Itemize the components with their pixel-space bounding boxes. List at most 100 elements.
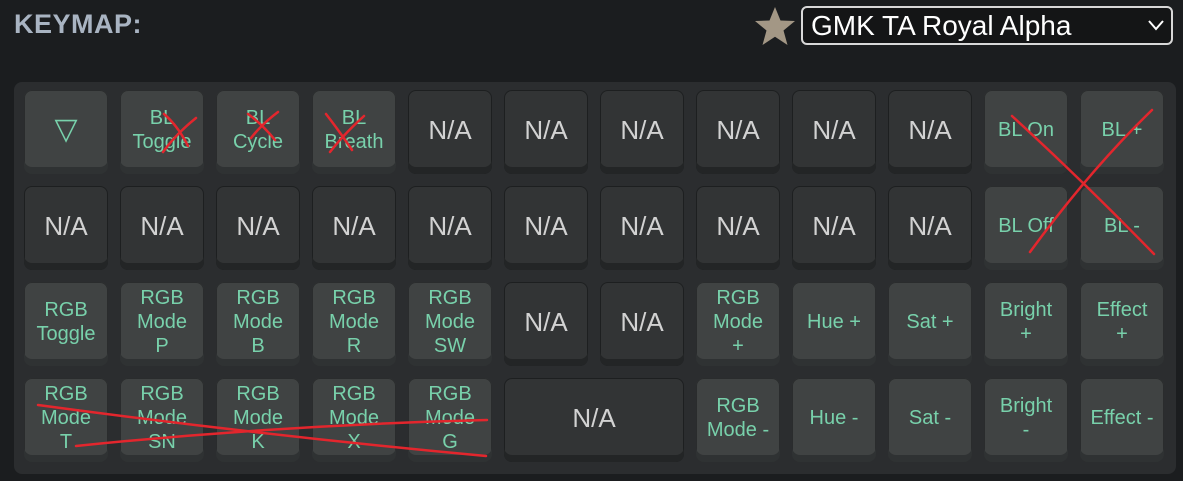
- keycap-set-value: GMK TA Royal Alpha: [811, 10, 1072, 41]
- key-r0-c8[interactable]: N/A: [792, 90, 876, 174]
- key-legend: RGB Mode SW: [424, 287, 476, 357]
- key-r0-c10[interactable]: BL On: [984, 90, 1068, 174]
- key-r0-c11[interactable]: BL +: [1080, 90, 1164, 174]
- key-legend: RGB Mode B: [232, 287, 284, 357]
- key-r2-c4[interactable]: RGB Mode SW: [408, 282, 492, 366]
- key-legend: N/A: [620, 211, 664, 241]
- key-legend: N/A: [716, 115, 760, 145]
- key-legend: BL Breath: [324, 107, 384, 153]
- key-r3-c11[interactable]: Effect -: [1080, 378, 1164, 462]
- key-r1-c4[interactable]: N/A: [408, 186, 492, 270]
- key-legend: BL Toggle: [132, 107, 192, 153]
- key-legend: Sat -: [908, 407, 952, 429]
- key-legend: RGB Mode SN: [136, 383, 188, 453]
- key-legend: N/A: [428, 115, 472, 145]
- key-legend: N/A: [236, 211, 280, 241]
- key-legend: BL On: [998, 119, 1054, 141]
- key-legend: N/A: [620, 115, 664, 145]
- key-legend: RGB Mode R: [328, 287, 380, 357]
- key-r2-c2[interactable]: RGB Mode B: [216, 282, 300, 366]
- key-legend: BL -: [1104, 215, 1140, 237]
- key-r3-c4[interactable]: RGB Mode G: [408, 378, 492, 462]
- key-r0-c6[interactable]: N/A: [600, 90, 684, 174]
- key-r1-c8[interactable]: N/A: [792, 186, 876, 270]
- key-legend: BL +: [1101, 119, 1143, 141]
- key-r3-c3[interactable]: RGB Mode X: [312, 378, 396, 462]
- chevron-down-icon: [1148, 20, 1164, 31]
- key-legend: N/A: [524, 211, 568, 241]
- key-r0-c2[interactable]: BL Cycle: [216, 90, 300, 174]
- key-r3-c10[interactable]: Bright -: [984, 378, 1068, 462]
- key-r3-c5[interactable]: N/A: [504, 378, 684, 462]
- key-r3-c7[interactable]: RGB Mode -: [696, 378, 780, 462]
- key-legend: RGB Mode -: [706, 395, 770, 441]
- key-legend: N/A: [716, 211, 760, 241]
- key-legend: N/A: [140, 211, 184, 241]
- key-legend: BL Cycle: [232, 107, 283, 153]
- key-legend: RGB Mode +: [712, 287, 764, 357]
- key-legend: RGB Mode P: [136, 287, 188, 357]
- key-r2-c9[interactable]: Sat +: [888, 282, 972, 366]
- key-legend: N/A: [620, 307, 664, 337]
- key-r2-c11[interactable]: Effect +: [1080, 282, 1164, 366]
- key-r2-c5[interactable]: N/A: [504, 282, 588, 366]
- key-legend: RGB Toggle: [36, 299, 96, 345]
- key-legend: N/A: [572, 403, 616, 433]
- key-legend: Hue +: [807, 311, 861, 333]
- key-legend: Bright -: [999, 395, 1053, 441]
- key-r3-c8[interactable]: Hue -: [792, 378, 876, 462]
- key-r1-c9[interactable]: N/A: [888, 186, 972, 270]
- key-r2-c3[interactable]: RGB Mode R: [312, 282, 396, 366]
- key-legend: N/A: [524, 115, 568, 145]
- key-r2-c1[interactable]: RGB Mode P: [120, 282, 204, 366]
- key-r2-c10[interactable]: Bright +: [984, 282, 1068, 366]
- key-r1-c0[interactable]: N/A: [24, 186, 108, 270]
- key-legend: N/A: [812, 211, 856, 241]
- key-r0-c4[interactable]: N/A: [408, 90, 492, 174]
- key-r0-c9[interactable]: N/A: [888, 90, 972, 174]
- key-r3-c2[interactable]: RGB Mode K: [216, 378, 300, 462]
- transparent-key[interactable]: ▽: [24, 90, 108, 174]
- key-legend: BL Off: [998, 215, 1054, 237]
- key-legend: RGB Mode K: [232, 383, 284, 453]
- key-legend: N/A: [812, 115, 856, 145]
- key-legend: RGB Mode T: [40, 383, 92, 453]
- key-r2-c8[interactable]: Hue +: [792, 282, 876, 366]
- key-legend: N/A: [332, 211, 376, 241]
- key-legend: N/A: [908, 115, 952, 145]
- key-r3-c0[interactable]: RGB Mode T: [24, 378, 108, 462]
- key-r0-c7[interactable]: N/A: [696, 90, 780, 174]
- key-r1-c11[interactable]: BL -: [1080, 186, 1164, 270]
- key-r2-c7[interactable]: RGB Mode +: [696, 282, 780, 366]
- key-r2-c0[interactable]: RGB Toggle: [24, 282, 108, 366]
- key-legend: Effect -: [1090, 407, 1154, 429]
- star-icon[interactable]: [752, 4, 798, 50]
- key-legend: Effect +: [1096, 299, 1148, 345]
- key-r1-c6[interactable]: N/A: [600, 186, 684, 270]
- key-legend: N/A: [428, 211, 472, 241]
- key-legend: N/A: [524, 307, 568, 337]
- key-legend: N/A: [908, 211, 952, 241]
- key-r1-c3[interactable]: N/A: [312, 186, 396, 270]
- key-legend: RGB Mode X: [328, 383, 380, 453]
- key-r3-c1[interactable]: RGB Mode SN: [120, 378, 204, 462]
- key-legend: N/A: [44, 211, 88, 241]
- key-r1-c2[interactable]: N/A: [216, 186, 300, 270]
- key-r1-c7[interactable]: N/A: [696, 186, 780, 270]
- key-r0-c5[interactable]: N/A: [504, 90, 588, 174]
- keycap-set-select[interactable]: GMK TA Royal Alpha: [801, 6, 1173, 45]
- keyboard-layout: ▽ BL Toggle BL Cycle BL Breath N/A N/A N/A N/A N…: [14, 82, 1176, 474]
- key-r0-c1[interactable]: BL Toggle: [120, 90, 204, 174]
- key-r1-c1[interactable]: N/A: [120, 186, 204, 270]
- key-r0-c3[interactable]: BL Breath: [312, 90, 396, 174]
- keymap-heading: KEYMAP:: [14, 9, 143, 39]
- key-legend: Hue -: [809, 407, 859, 429]
- key-legend: RGB Mode G: [424, 383, 476, 453]
- key-legend: Bright +: [999, 299, 1053, 345]
- key-legend: Sat +: [906, 311, 954, 333]
- key-r1-c10[interactable]: BL Off: [984, 186, 1068, 270]
- key-r1-c5[interactable]: N/A: [504, 186, 588, 270]
- key-legend: ▽: [54, 113, 78, 146]
- key-r2-c6[interactable]: N/A: [600, 282, 684, 366]
- key-r3-c9[interactable]: Sat -: [888, 378, 972, 462]
